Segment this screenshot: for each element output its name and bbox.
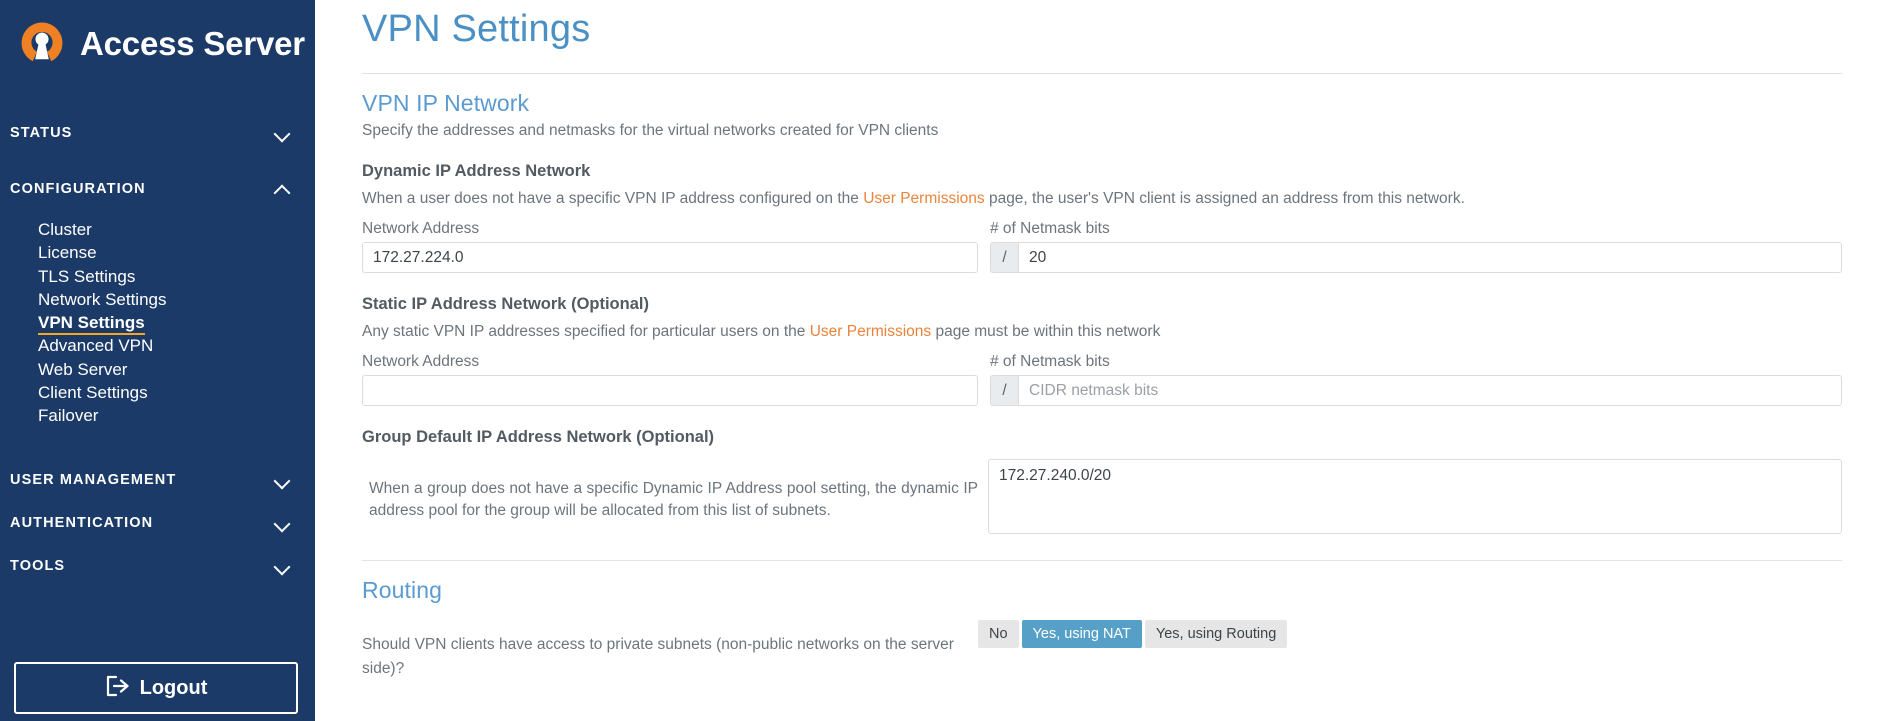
sidebar-section-authentication-label: AUTHENTICATION (10, 515, 153, 531)
sidebar-item-cluster[interactable]: Cluster (0, 218, 315, 241)
section-title-routing: Routing (362, 577, 1842, 604)
sidebar-item-label: License (38, 243, 97, 262)
sidebar-item-label: Cluster (38, 220, 92, 239)
routing-option-yes-using-routing[interactable]: Yes, using Routing (1145, 620, 1287, 648)
routing-question-text: Should VPN clients have access to privat… (362, 633, 978, 680)
sidebar-item-label: Network Settings (38, 290, 167, 309)
dynamic-ip-address-field: Network Address (362, 220, 978, 273)
static-ip-netmask-field: # of Netmask bits / (990, 353, 1842, 406)
sidebar-item-label: Web Server (38, 360, 127, 379)
section-title-vpn-ip-network: VPN IP Network (362, 90, 1842, 117)
dynamic-ip-title: Dynamic IP Address Network (362, 162, 1842, 181)
sidebar-item-label: Failover (38, 406, 98, 425)
sidebar-item-label: VPN Settings (38, 313, 145, 335)
sidebar-item-web-server[interactable]: Web Server (0, 358, 315, 381)
sidebar-section-tools-label: TOOLS (10, 558, 65, 574)
chevron-down-icon (275, 558, 291, 574)
sidebar-configuration-items: Cluster License TLS Settings Network Set… (0, 206, 315, 428)
brand-header: Access Server (0, 0, 315, 72)
sidebar-item-label: Client Settings (38, 383, 148, 402)
static-ip-netmask-label: # of Netmask bits (990, 353, 1842, 371)
static-ip-address-label: Network Address (362, 353, 978, 371)
slash-prefix-icon: / (990, 242, 1018, 273)
routing-option-button-group: No Yes, using NAT Yes, using Routing (978, 618, 1287, 648)
sidebar-section-tools[interactable]: TOOLS (0, 549, 315, 583)
routing-option-no[interactable]: No (978, 620, 1019, 648)
dynamic-ip-netmask-label: # of Netmask bits (990, 220, 1842, 238)
sidebar-item-label: TLS Settings (38, 267, 135, 286)
title-divider (362, 73, 1842, 74)
chevron-down-icon (275, 515, 291, 531)
sidebar-item-network-settings[interactable]: Network Settings (0, 288, 315, 311)
sidebar-section-user-management[interactable]: USER MANAGEMENT (0, 463, 315, 497)
logout-icon (105, 675, 131, 702)
chevron-down-icon (275, 125, 291, 141)
logout-button[interactable]: Logout (14, 662, 298, 714)
dynamic-ip-desc-after: page, the user's VPN client is assigned … (985, 190, 1465, 207)
routing-divider (362, 560, 1842, 561)
sidebar-item-advanced-vpn[interactable]: Advanced VPN (0, 334, 315, 357)
sidebar-item-client-settings[interactable]: Client Settings (0, 381, 315, 404)
page-title: VPN Settings (362, 0, 1842, 51)
sidebar-section-configuration[interactable]: CONFIGURATION (0, 172, 315, 206)
section-subtitle-vpn-ip-network: Specify the addresses and netmasks for t… (362, 122, 1842, 140)
static-ip-inputs-row: Network Address # of Netmask bits / (362, 353, 1842, 406)
sidebar-section-configuration-label: CONFIGURATION (10, 181, 146, 197)
sidebar-section-user-management-label: USER MANAGEMENT (10, 472, 176, 488)
slash-prefix-icon: / (990, 375, 1018, 406)
field-group-static-ip: Static IP Address Network (Optional) Any… (362, 295, 1842, 406)
logout-button-label: Logout (140, 677, 208, 700)
sidebar-item-failover[interactable]: Failover (0, 404, 315, 427)
app-root: Access Server STATUS CONFIGURATION Clust… (0, 0, 1889, 721)
sidebar-item-label: Advanced VPN (38, 336, 153, 355)
dynamic-ip-description: When a user does not have a specific VPN… (362, 190, 1842, 208)
dynamic-ip-inputs-row: Network Address # of Netmask bits / (362, 220, 1842, 273)
sidebar-section-status[interactable]: STATUS (0, 116, 315, 150)
group-default-ip-description: When a group does not have a specific Dy… (362, 475, 978, 523)
sidebar-section-authentication[interactable]: AUTHENTICATION (0, 506, 315, 540)
static-ip-netmask-group: / (990, 375, 1842, 406)
dynamic-ip-desc-before: When a user does not have a specific VPN… (362, 190, 863, 207)
static-ip-netmask-input[interactable] (1018, 375, 1842, 406)
user-permissions-link[interactable]: User Permissions (863, 190, 984, 207)
static-ip-address-input[interactable] (362, 375, 978, 406)
dynamic-ip-netmask-field: # of Netmask bits / (990, 220, 1842, 273)
group-default-ip-row: When a group does not have a specific Dy… (362, 459, 1842, 538)
static-ip-desc-after: page must be within this network (931, 323, 1160, 340)
user-permissions-link[interactable]: User Permissions (810, 323, 931, 340)
chevron-down-icon (275, 472, 291, 488)
chevron-up-icon (275, 181, 291, 197)
brand-title: Access Server (80, 27, 305, 60)
static-ip-description: Any static VPN IP addresses specified fo… (362, 323, 1842, 341)
dynamic-ip-address-label: Network Address (362, 220, 978, 238)
dynamic-ip-address-input[interactable] (362, 242, 978, 273)
static-ip-desc-before: Any static VPN IP addresses specified fo… (362, 323, 810, 340)
sidebar-nav: STATUS CONFIGURATION Cluster License TLS… (0, 116, 315, 583)
dynamic-ip-netmask-group: / (990, 242, 1842, 273)
static-ip-address-field: Network Address (362, 353, 978, 406)
routing-option-yes-using-nat[interactable]: Yes, using NAT (1022, 620, 1142, 648)
dynamic-ip-netmask-input[interactable] (1018, 242, 1842, 273)
main-content: VPN Settings VPN IP Network Specify the … (315, 0, 1889, 721)
routing-question-row: Should VPN clients have access to privat… (362, 618, 1842, 696)
sidebar-item-license[interactable]: License (0, 241, 315, 264)
logout-container: Logout (14, 662, 298, 714)
openvpn-logo-icon (16, 17, 68, 69)
field-group-group-default-ip: Group Default IP Address Network (Option… (362, 428, 1842, 538)
sidebar-section-status-label: STATUS (10, 125, 72, 141)
sidebar-item-tls-settings[interactable]: TLS Settings (0, 265, 315, 288)
static-ip-title: Static IP Address Network (Optional) (362, 295, 1842, 314)
field-group-dynamic-ip: Dynamic IP Address Network When a user d… (362, 162, 1842, 273)
sidebar-item-vpn-settings[interactable]: VPN Settings (0, 311, 315, 334)
group-default-ip-title: Group Default IP Address Network (Option… (362, 428, 1842, 447)
group-default-subnets-textarea[interactable] (988, 459, 1842, 534)
sidebar: Access Server STATUS CONFIGURATION Clust… (0, 0, 315, 721)
